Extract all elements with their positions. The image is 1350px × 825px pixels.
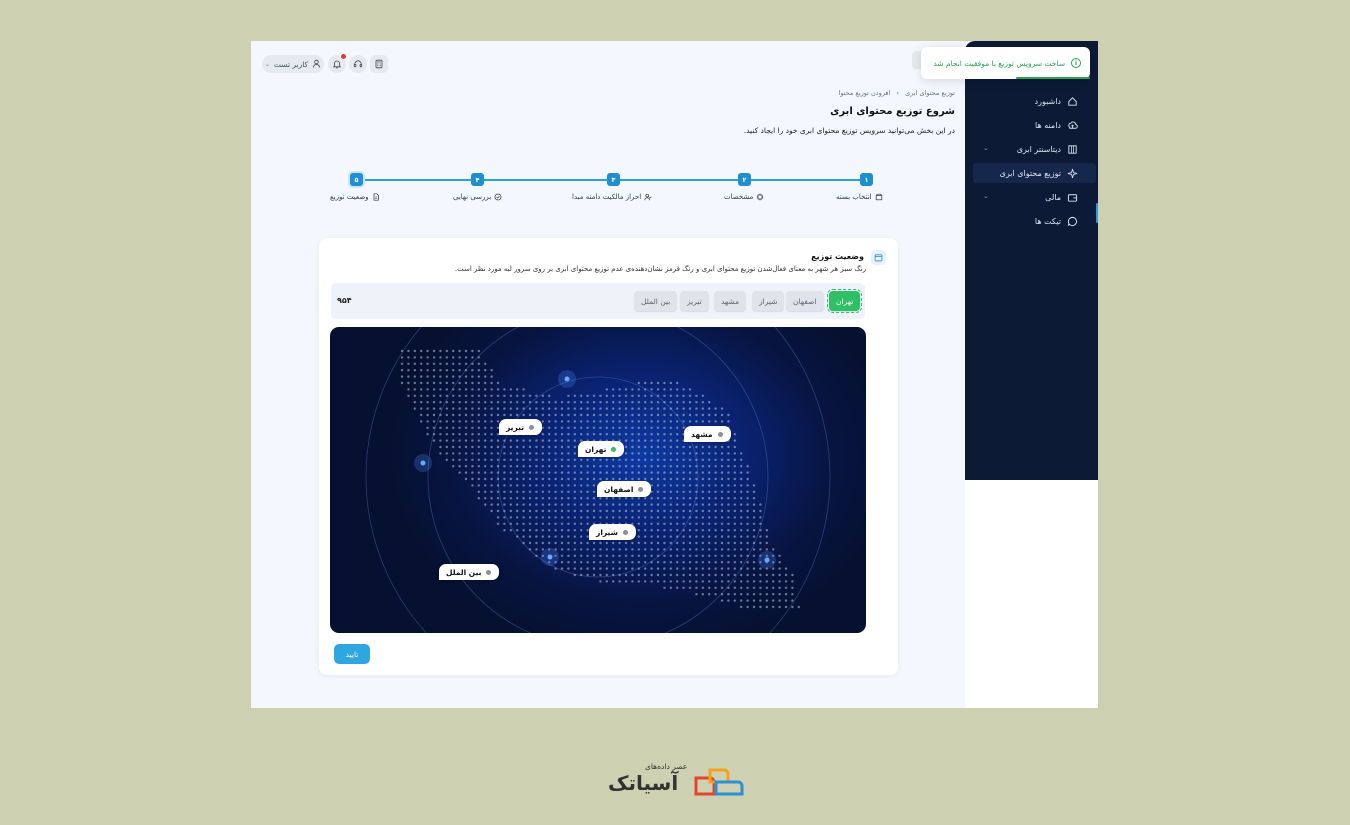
sidebar-bottom-area	[965, 480, 1098, 708]
map-pin-mashhad[interactable]: مشهد	[684, 426, 731, 442]
city-chip-tehran[interactable]: تهران	[826, 288, 863, 314]
edge-count: ۹۵۴	[337, 296, 352, 305]
sidebar-item-label: مالی	[1045, 192, 1061, 202]
map-pin-shiraz[interactable]: شیراز	[589, 524, 636, 540]
card-title: وضعیت توزیع	[811, 252, 864, 261]
chat-icon	[1067, 216, 1078, 227]
sidebar-item-label: داشبورد	[1034, 96, 1061, 106]
step-5-node[interactable]: ۵	[350, 173, 363, 186]
box-icon	[875, 193, 882, 201]
page-title: شروع توزیع محتوای ابری	[830, 106, 955, 117]
cloud-upload-icon	[1067, 120, 1078, 131]
wallet-icon	[1067, 192, 1078, 203]
step-label-text: مشخصات	[724, 193, 754, 201]
sparkle-icon	[1067, 168, 1078, 179]
home-icon	[1067, 96, 1078, 107]
user-label: کاربر تست	[273, 59, 309, 69]
confirm-button[interactable]: تایید	[334, 644, 370, 664]
sidebar-item-label: دیتاسنتر ابری	[1016, 144, 1061, 154]
success-toast[interactable]: i ساخت سرویس توزیع با موفقیت انجام شد	[921, 47, 1090, 79]
breadcrumb-current: افزودن توزیع محتوا	[838, 89, 891, 97]
city-chip-mashhad[interactable]: مشهد	[714, 291, 747, 311]
calculator-icon	[375, 59, 383, 69]
check-circle-icon	[494, 193, 502, 201]
status-dot	[611, 446, 617, 452]
step-label-text: بررسی نهایی	[453, 193, 492, 201]
chevron-down-icon: ⌄	[264, 60, 270, 68]
toast-message: ساخت سرویس توزیع با موفقیت انجام شد	[933, 58, 1065, 68]
status-dot	[638, 486, 644, 492]
map-pin-tehran[interactable]: تهران	[578, 441, 625, 457]
step-1-label: انتخاب بسته	[836, 193, 883, 201]
active-indicator	[1096, 203, 1098, 223]
status-dot	[486, 569, 492, 575]
sidebar-item-label: توزیع محتوای ابری	[999, 168, 1061, 178]
support-button[interactable]	[349, 55, 367, 73]
user-check-icon	[644, 193, 652, 201]
notification-badge	[340, 53, 347, 60]
logo-brand: آسیاتک	[608, 771, 679, 795]
calculator-button[interactable]	[370, 55, 388, 73]
user-icon	[312, 59, 321, 70]
breadcrumb-separator: ‹	[896, 89, 900, 97]
sidebar-item-domains[interactable]: دامنه ها	[975, 115, 1078, 135]
pin-label: تهران	[585, 444, 607, 454]
breadcrumb-root[interactable]: توزیع محتوای ابری	[905, 89, 955, 97]
step-label-text: احراز مالکیت دامنه مبدا	[572, 193, 642, 201]
logo-tagline: عصر داده‌های	[645, 762, 688, 771]
sidebar-item-tickets[interactable]: تیکت ها	[975, 211, 1078, 231]
chip-icon	[757, 193, 764, 201]
map-pin-tabriz[interactable]: تبریز	[499, 419, 543, 435]
status-dot	[529, 424, 535, 430]
sidebar: داشبورد دامنه ها دیتاسنتر ابری ⌄ توزیع م…	[965, 41, 1098, 480]
step-2-node[interactable]: ۲	[738, 173, 751, 186]
step-1-node[interactable]: ۱	[860, 173, 873, 186]
chevron-down-icon: ⌄	[983, 192, 989, 200]
page-description: در این بخش می‌توانید سرویس توزیع محتوای …	[743, 126, 955, 135]
pin-label: شیراز	[596, 527, 618, 537]
map-graphic	[365, 327, 831, 633]
user-menu[interactable]: ⌄ کاربر تست	[262, 55, 324, 73]
pin-label: بین الملل	[446, 567, 482, 577]
sidebar-item-finance[interactable]: مالی ⌄	[975, 187, 1078, 207]
step-5-label: وضعیت توزیع	[330, 193, 380, 201]
step-4-label: بررسی نهایی	[453, 193, 502, 201]
sidebar-item-cloud-datacenter[interactable]: دیتاسنتر ابری ⌄	[975, 139, 1078, 159]
city-chip-international[interactable]: بین الملل	[634, 291, 678, 311]
pin-label: مشهد	[691, 429, 713, 439]
sidebar-item-label: تیکت ها	[1034, 216, 1061, 226]
step-2-label: مشخصات	[724, 193, 764, 201]
info-icon: i	[1071, 58, 1081, 68]
step-label-text: وضعیت توزیع	[330, 193, 369, 201]
map-pin-isfahan[interactable]: اصفهان	[597, 481, 652, 497]
city-chip-shiraz[interactable]: شیراز	[752, 291, 785, 311]
calendar-icon	[871, 250, 886, 265]
step-4-node[interactable]: ۴	[471, 173, 484, 186]
status-dot	[623, 529, 628, 535]
pin-label: اصفهان	[604, 484, 634, 494]
step-3-label: احراز مالکیت دامنه مبدا	[572, 193, 652, 201]
toast-progress	[1016, 77, 1090, 79]
document-icon	[373, 193, 379, 201]
sidebar-item-label: دامنه ها	[1035, 120, 1061, 130]
sidebar-item-cloud-cdn[interactable]: توزیع محتوای ابری	[973, 163, 1096, 183]
headset-icon	[353, 60, 363, 68]
chevron-down-icon: ⌄	[983, 144, 989, 152]
card-description: رنگ سبز هر شهر به معنای فعال‌شدن توزیع م…	[454, 265, 866, 273]
map-pin-international[interactable]: بین الملل	[439, 564, 500, 580]
breadcrumb: توزیع محتوای ابری ‹ افزودن توزیع محتوا	[839, 89, 955, 97]
city-chip-tabriz[interactable]: تبریز	[680, 291, 709, 311]
building-icon	[1067, 144, 1078, 155]
step-label-text: انتخاب بسته	[836, 193, 872, 201]
status-dot	[717, 431, 723, 437]
distribution-map: تبریز مشهد تهران اصفهان شیراز بین الملل	[330, 327, 866, 633]
sidebar-item-dashboard[interactable]: داشبورد	[975, 91, 1078, 111]
city-filter-bar	[331, 283, 865, 319]
city-chip-isfahan[interactable]: اصفهان	[786, 291, 824, 311]
bell-icon	[332, 60, 342, 69]
step-3-node[interactable]: ۳	[607, 173, 620, 186]
pin-label: تبریز	[506, 422, 525, 432]
